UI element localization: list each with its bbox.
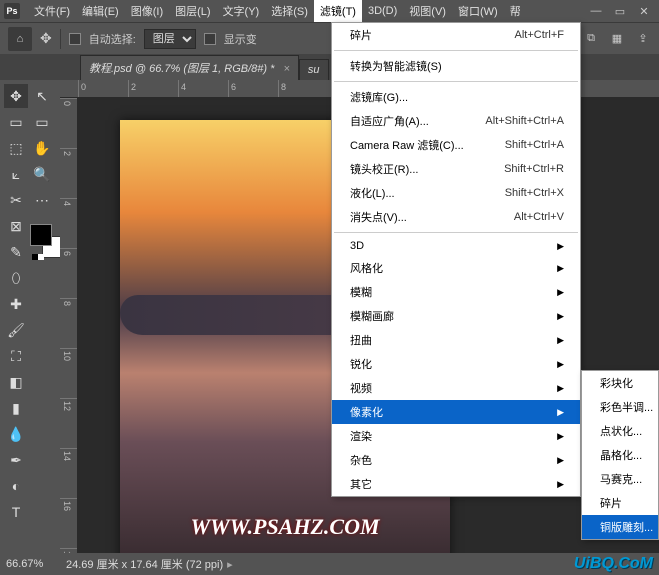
menu-filter[interactable]: 滤镜(T)	[314, 0, 362, 22]
search-icon[interactable]: ⧉	[581, 28, 601, 48]
filter-other[interactable]: 其它▶	[332, 472, 580, 496]
filter-sharpen[interactable]: 锐化▶	[332, 352, 580, 376]
tool-stamp[interactable]: ⛶	[4, 344, 28, 368]
menu-help[interactable]: 帮	[504, 0, 527, 22]
tool-heal[interactable]: ✚	[4, 292, 28, 316]
tool-frame[interactable]: ⊠	[4, 214, 28, 238]
menu-view[interactable]: 视图(V)	[403, 0, 452, 22]
filter-render[interactable]: 渲染▶	[332, 424, 580, 448]
share-icon[interactable]: ⇪	[633, 28, 653, 48]
tool-shape[interactable]: ▭	[30, 110, 54, 134]
tool-eyedropper[interactable]: ✎	[4, 240, 28, 264]
menu-layer[interactable]: 图层(L)	[169, 0, 216, 22]
tool-panel: ✥ ▭ ⬚ ⟀ ✂ ⊠ ✎ ⬯ ✚ 🖌 ⛶ ◧ ▮ 💧 ✒ ◐ T ↖ ▭ ✋ …	[0, 80, 60, 553]
tool-hand[interactable]: ✋	[30, 136, 54, 160]
tab-inactive[interactable]: su	[299, 59, 329, 80]
pixelate-mosaic[interactable]: 马赛克...	[582, 467, 658, 491]
window-controls: — ▭ ✕	[585, 2, 655, 20]
filter-lens-correction[interactable]: 镜头校正(R)...Shift+Ctrl+R	[332, 157, 580, 181]
pixelate-fragment[interactable]: 碎片	[582, 491, 658, 515]
pixelate-crystallize[interactable]: 晶格化...	[582, 443, 658, 467]
tool-more[interactable]: ⋯	[30, 188, 54, 212]
top-right-icons: ⧉ ▦ ⇪	[581, 28, 653, 48]
status-bar: 66.67% 24.69 厘米 x 17.64 厘米 (72 ppi) ▸ Ui…	[0, 553, 659, 575]
filter-stylize[interactable]: 风格化▶	[332, 256, 580, 280]
ruler-vertical: 0 2 4 6 8 10 12 14 16 18	[60, 98, 78, 553]
tool-pen[interactable]: ✒	[4, 448, 28, 472]
filter-liquify[interactable]: 液化(L)...Shift+Ctrl+X	[332, 181, 580, 205]
menu-3d[interactable]: 3D(D)	[362, 2, 403, 20]
show-transform-label: 显示变	[224, 31, 257, 47]
menu-file[interactable]: 文件(F)	[28, 0, 76, 22]
tool-quickselect[interactable]: ⬯	[4, 266, 28, 290]
filter-gallery[interactable]: 滤镜库(G)...	[332, 85, 580, 109]
filter-last[interactable]: 碎片 Alt+Ctrl+F	[332, 23, 580, 47]
tool-artboard[interactable]: ▭	[4, 110, 28, 134]
info-arrow-icon[interactable]: ▸	[227, 558, 233, 571]
tool-move[interactable]: ✥	[4, 84, 28, 108]
tab-active[interactable]: 教程.psd @ 66.7% (图层 1, RGB/8#) * ×	[80, 55, 299, 80]
home-icon[interactable]: ⌂	[8, 27, 32, 51]
document-dimensions: 24.69 厘米 x 17.64 厘米 (72 ppi)	[66, 556, 223, 572]
filter-3d[interactable]: 3D▶	[332, 236, 580, 256]
tool-eraser[interactable]: ◧	[4, 370, 28, 394]
show-transform-checkbox[interactable]	[204, 33, 216, 45]
menu-type[interactable]: 文字(Y)	[217, 0, 266, 22]
pixelate-color-halftone[interactable]: 彩色半调...	[582, 395, 658, 419]
tool-path[interactable]: ↖	[30, 84, 54, 108]
pixelate-facet[interactable]: 彩块化	[582, 371, 658, 395]
foreground-color-swatch[interactable]	[30, 224, 52, 246]
tool-dodge[interactable]: ◐	[4, 474, 28, 498]
tool-marquee[interactable]: ⬚	[4, 136, 28, 160]
menubar: Ps 文件(F) 编辑(E) 图像(I) 图层(L) 文字(Y) 选择(S) 滤…	[0, 0, 659, 22]
zoom-level[interactable]: 66.67%	[6, 558, 66, 570]
tool-zoom[interactable]: 🔍	[30, 162, 54, 186]
tool-brush[interactable]: 🖌	[4, 318, 28, 342]
menu-select[interactable]: 选择(S)	[265, 0, 314, 22]
brand-watermark: UiBQ.CoM	[574, 555, 653, 573]
filter-noise[interactable]: 杂色▶	[332, 448, 580, 472]
maximize-icon[interactable]: ▭	[609, 2, 631, 20]
filter-blur-gallery[interactable]: 模糊画廊▶	[332, 304, 580, 328]
pixelate-mezzotint[interactable]: 铜版雕刻...	[582, 515, 658, 539]
move-tool-icon: ✥	[40, 30, 52, 47]
tab-close-icon[interactable]: ×	[283, 63, 289, 75]
filter-camera-raw[interactable]: Camera Raw 滤镜(C)...Shift+Ctrl+A	[332, 133, 580, 157]
tool-blur[interactable]: 💧	[4, 422, 28, 446]
tool-gradient[interactable]: ▮	[4, 396, 28, 420]
filter-menu-dropdown: 碎片 Alt+Ctrl+F 转换为智能滤镜(S) 滤镜库(G)... 自适应广角…	[331, 22, 581, 497]
filter-adaptive-wide-angle[interactable]: 自适应广角(A)...Alt+Shift+Ctrl+A	[332, 109, 580, 133]
tool-type[interactable]: T	[4, 500, 28, 524]
filter-blur[interactable]: 模糊▶	[332, 280, 580, 304]
tab-title: 教程.psd @ 66.7% (图层 1, RGB/8#) *	[89, 63, 274, 75]
filter-distort[interactable]: 扭曲▶	[332, 328, 580, 352]
default-colors-icon[interactable]	[32, 254, 44, 266]
filter-pixelate[interactable]: 像素化▶	[332, 400, 580, 424]
filter-vanishing-point[interactable]: 消失点(V)...Alt+Ctrl+V	[332, 205, 580, 229]
auto-select-label: 自动选择:	[89, 31, 136, 47]
tool-lasso[interactable]: ⟀	[4, 162, 28, 186]
pixelate-pointillize[interactable]: 点状化...	[582, 419, 658, 443]
ps-logo: Ps	[4, 3, 20, 19]
filter-video[interactable]: 视频▶	[332, 376, 580, 400]
minimize-icon[interactable]: —	[585, 2, 607, 20]
grid-icon[interactable]: ▦	[607, 28, 627, 48]
menu-window[interactable]: 窗口(W)	[452, 0, 504, 22]
close-icon[interactable]: ✕	[633, 2, 655, 20]
watermark-text: WWW.PSAHZ.COM	[190, 514, 379, 540]
filter-convert-smart[interactable]: 转换为智能滤镜(S)	[332, 54, 580, 78]
auto-select-checkbox[interactable]	[69, 33, 81, 45]
menu-image[interactable]: 图像(I)	[125, 0, 169, 22]
auto-select-dropdown[interactable]: 图层	[144, 29, 196, 49]
pixelate-submenu: 彩块化 彩色半调... 点状化... 晶格化... 马赛克... 碎片 铜版雕刻…	[581, 370, 659, 540]
menu-edit[interactable]: 编辑(E)	[76, 0, 125, 22]
tool-crop[interactable]: ✂	[4, 188, 28, 212]
